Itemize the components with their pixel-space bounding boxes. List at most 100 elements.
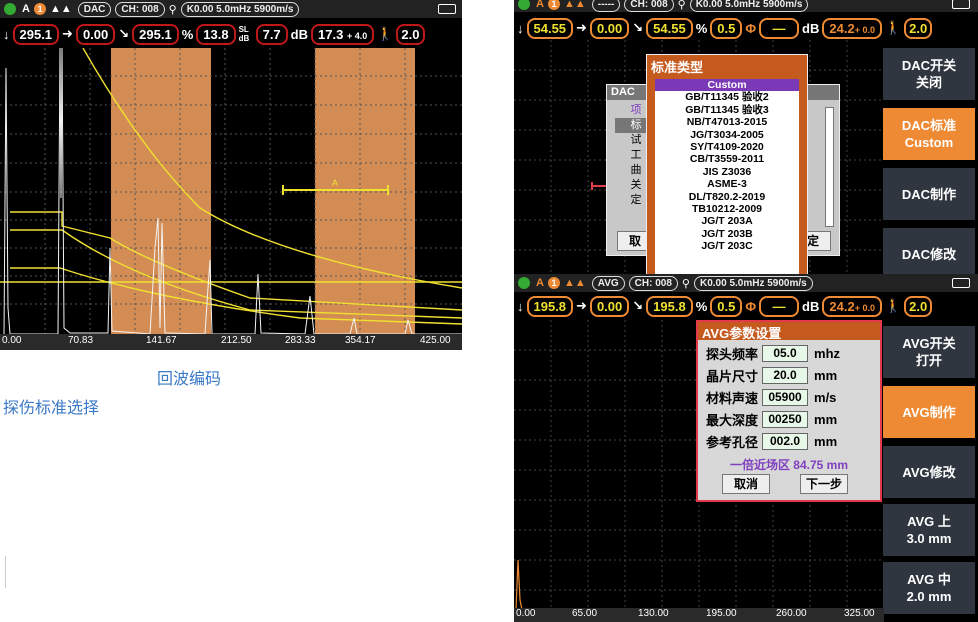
avg-next-button[interactable]: 下一步 xyxy=(800,474,848,494)
standard-option[interactable]: JG/T 203B xyxy=(655,228,799,240)
amplitude-value[interactable]: 13.8 xyxy=(196,23,236,45)
curve-mode[interactable]: ----- xyxy=(591,0,621,12)
dac-make-button[interactable]: DAC制作 xyxy=(883,168,975,220)
crystal-size-input[interactable]: 20.0 xyxy=(762,366,809,384)
diameter-value[interactable]: — xyxy=(759,295,800,317)
step-badge: 1 xyxy=(33,3,46,15)
avg-modify-button[interactable]: AVG修改 xyxy=(883,446,975,498)
horizontal-value[interactable]: 0.00 xyxy=(75,23,116,45)
probe-info[interactable]: K0.00 5.0mHz 5900m/s xyxy=(180,1,300,17)
standard-list: Custom GB/T11345 验收2 GB/T11345 验收3 NB/T4… xyxy=(655,79,799,274)
step-value[interactable]: 2.0 xyxy=(396,23,425,45)
diagonal-arrow-icon: ↘ xyxy=(118,26,130,41)
avg-upper-button[interactable]: AVG 上 3.0 mm xyxy=(883,504,975,556)
step-person-icon: 🚶 xyxy=(884,20,902,35)
sound-path-value[interactable]: 195.8 xyxy=(526,295,574,317)
standard-option[interactable]: JG/T3034-2005 xyxy=(655,129,799,141)
sl-value[interactable]: 7.7 xyxy=(255,23,288,45)
dac-modify-button[interactable]: DAC修改 xyxy=(883,228,975,274)
channel-label[interactable]: CH: 008 xyxy=(624,0,674,12)
curve-mode[interactable]: DAC xyxy=(77,1,112,17)
standard-option[interactable]: CB/T3559-2011 xyxy=(655,153,799,165)
dac-scrollbar[interactable] xyxy=(825,107,834,227)
standard-option[interactable]: JG/T 203C xyxy=(655,240,799,252)
avg-cancel-button[interactable]: 取消 xyxy=(722,474,770,494)
battery-icon xyxy=(438,4,456,14)
db-label: dB xyxy=(290,26,309,42)
diameter-icon: Φ xyxy=(745,298,757,314)
depth-arrow-icon: ↓ xyxy=(517,20,524,36)
horizontal-arrow-icon: ➜ xyxy=(576,20,587,35)
step-value[interactable]: 2.0 xyxy=(904,17,933,39)
dac-standard-button[interactable]: DAC标准 Custom xyxy=(883,108,975,160)
avg-field-velocity: 材料声速 05900 m/s xyxy=(706,386,872,408)
depth-value[interactable]: 195.8 xyxy=(646,295,693,317)
mode-label: A xyxy=(536,277,544,289)
amplitude-value[interactable]: 0.5 xyxy=(710,17,743,39)
standard-option[interactable]: GB/T11345 验收2 xyxy=(655,91,799,103)
sl-label: SL dB xyxy=(238,25,250,43)
curve-mode[interactable]: AVG xyxy=(591,275,625,291)
depth-arrow-icon: ↓ xyxy=(3,26,10,42)
amplitude-value[interactable]: 0.5 xyxy=(710,295,743,317)
x-tick: 354.17 xyxy=(345,335,376,346)
standard-option[interactable]: JG/T 203A xyxy=(655,215,799,227)
avg-switch-button[interactable]: AVG开关 打开 xyxy=(883,326,975,378)
avg-dialog-title: AVG参数设置 xyxy=(698,322,880,341)
avg-settings-dialog: AVG参数设置 探头频率 05.0 mhz 晶片尺寸 20.0 mm 材料声速 05900… xyxy=(696,320,882,502)
power-icon xyxy=(4,3,16,15)
depth-value[interactable]: 295.1 xyxy=(132,23,179,45)
standard-option[interactable]: DL/T820.2-2019 xyxy=(655,191,799,203)
standard-option-selected[interactable]: Custom xyxy=(655,79,799,92)
x-tick: 212.50 xyxy=(221,335,252,346)
standard-option[interactable]: NB/T47013-2015 xyxy=(655,116,799,128)
gain-value[interactable]: 24.2+ 0.0 xyxy=(822,17,882,39)
horizontal-value[interactable]: 0.00 xyxy=(589,295,630,317)
frequency-input[interactable]: 05.0 xyxy=(762,344,809,362)
left-x-axis: 0.00 70.83 141.67 212.50 283.33 354.17 4… xyxy=(0,335,462,349)
reference-hole-input[interactable]: 002.0 xyxy=(762,432,809,450)
standard-option[interactable]: JIS Z3036 xyxy=(655,166,799,178)
sound-path-value[interactable]: 295.1 xyxy=(12,23,60,45)
field-unit: mhz xyxy=(814,345,841,361)
divider xyxy=(5,556,6,588)
field-label: 最大深度 xyxy=(706,412,759,428)
probe-info[interactable]: K0.00 5.0mHz 5900m/s xyxy=(689,0,809,12)
standard-option[interactable]: TB10212-2009 xyxy=(655,203,799,215)
step-badge: 1 xyxy=(547,0,560,10)
x-tick: 0.00 xyxy=(516,608,536,619)
horizontal-arrow-icon: ➜ xyxy=(576,298,587,313)
avg-make-button[interactable]: AVG制作 xyxy=(883,386,975,438)
x-tick: 130.00 xyxy=(638,608,669,619)
battery-icon xyxy=(952,278,970,288)
standard-caption: 探伤标准选择 xyxy=(3,398,100,417)
x-tick: 260.00 xyxy=(776,608,807,619)
velocity-input[interactable]: 05900 xyxy=(762,388,809,406)
gain-value[interactable]: 24.2+ 0.0 xyxy=(822,295,882,317)
gain-main: 17.3 xyxy=(318,26,344,42)
standard-option[interactable]: SY/T4109-2020 xyxy=(655,141,799,153)
sound-path-value[interactable]: 54.55 xyxy=(526,17,574,39)
standard-option[interactable]: ASME-3 xyxy=(655,178,799,190)
peak-icon: ▲▲ xyxy=(563,277,586,289)
channel-label[interactable]: CH: 008 xyxy=(628,275,678,291)
channel-label[interactable]: CH: 008 xyxy=(115,1,165,17)
diameter-value[interactable]: — xyxy=(759,17,800,39)
x-tick: 141.67 xyxy=(146,335,177,346)
peak-icon: ▲▲ xyxy=(49,3,72,15)
avg-middle-button[interactable]: AVG 中 2.0 mm xyxy=(883,562,975,614)
probe-info[interactable]: K0.00 5.0mHz 5900m/s xyxy=(693,275,813,291)
x-tick: 325.00 xyxy=(844,608,875,619)
dac-switch-button[interactable]: DAC开关 关闭 xyxy=(883,48,975,100)
depth-value[interactable]: 54.55 xyxy=(646,17,693,39)
power-icon xyxy=(518,0,530,10)
step-value[interactable]: 2.0 xyxy=(904,295,933,317)
standard-option[interactable]: GB/T11345 验收3 xyxy=(655,104,799,116)
horizontal-value[interactable]: 0.00 xyxy=(589,17,630,39)
percent-symbol: % xyxy=(181,26,194,42)
peak-icon: ▲▲ xyxy=(563,0,586,10)
field-unit: mm xyxy=(814,433,838,449)
max-depth-input[interactable]: 00250 xyxy=(762,410,809,428)
x-tick: 283.33 xyxy=(285,335,316,346)
gain-value[interactable]: 17.3 + 4.0 xyxy=(311,23,375,45)
